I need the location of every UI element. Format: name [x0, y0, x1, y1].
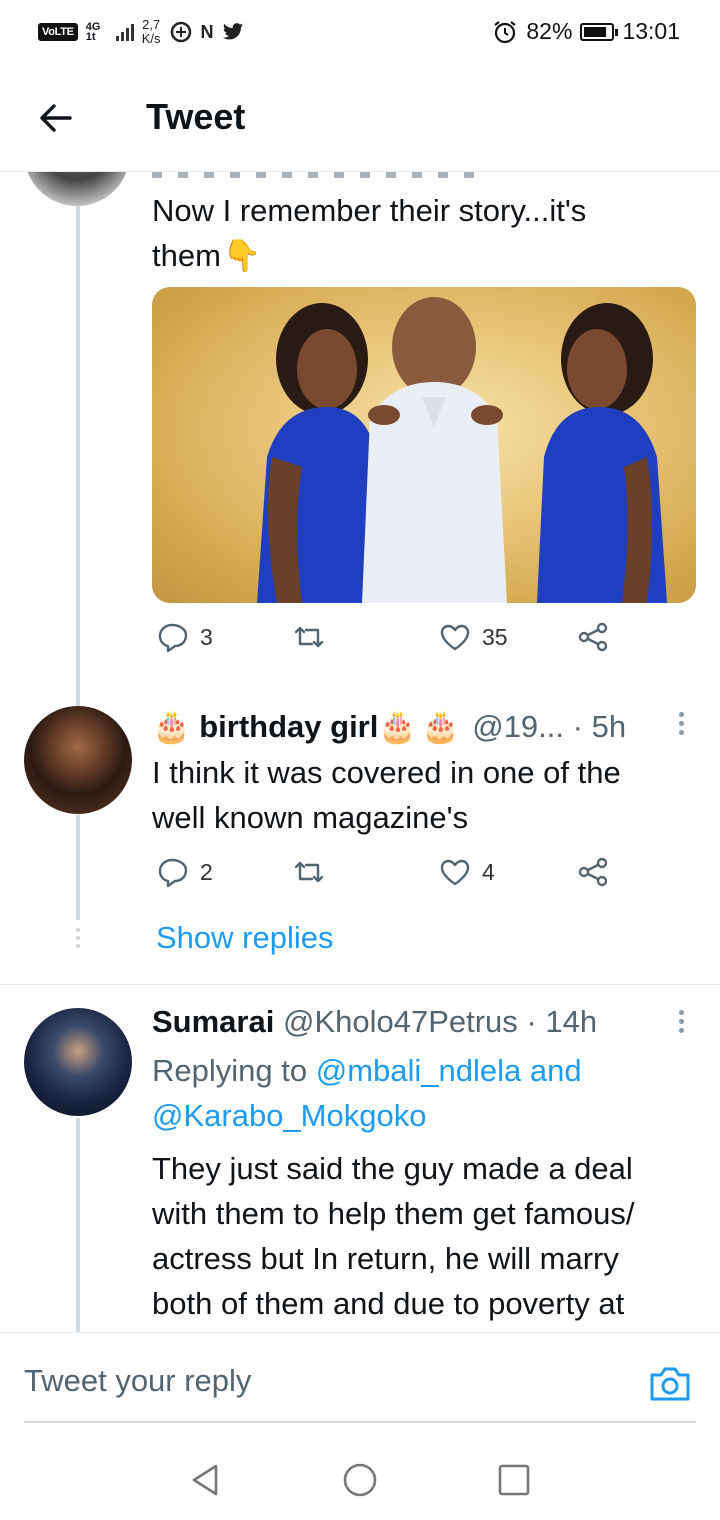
like-count: 4: [482, 858, 495, 885]
tweet-media-photo[interactable]: [152, 287, 696, 603]
share-button[interactable]: [576, 855, 610, 889]
camera-icon[interactable]: [648, 1363, 692, 1403]
avatar[interactable]: [24, 1008, 132, 1116]
tweet-text-line: They just said the guy made a deal: [152, 1151, 633, 1186]
volte-indicator: VoLTE: [38, 23, 78, 41]
reply-count: 3: [200, 623, 213, 650]
author-name[interactable]: Sumarai: [152, 1004, 274, 1039]
thread-line: [76, 1118, 80, 1332]
tweet-text: I think it was covered in one of the wel…: [152, 750, 621, 840]
battery-fill: [584, 26, 606, 37]
author-handle[interactable]: @Kholo47Petrus: [283, 1004, 518, 1039]
thread-line: [76, 196, 80, 706]
heart-icon: [440, 859, 470, 886]
tweet-text-line: actress but In return, he will marry: [152, 1241, 619, 1276]
tweet-text: Now I remember their story...it's them👇: [152, 188, 586, 278]
reply-icon: [158, 623, 188, 653]
signal-icon: [115, 23, 134, 41]
pointing-down-emoji: 👇: [222, 238, 262, 273]
speed-value: 2,7: [142, 17, 161, 32]
reply-button[interactable]: 2: [156, 855, 213, 889]
battery-icon: [580, 22, 619, 41]
tweet-text: They just said the guy made a deal with …: [152, 1146, 634, 1326]
data-saver-icon: [170, 21, 191, 43]
reply-count: 2: [200, 858, 213, 885]
like-button[interactable]: 4: [438, 855, 495, 889]
twitter-icon: [222, 23, 243, 40]
mention-link[interactable]: @mbali_ndlela: [316, 1053, 522, 1088]
thread-line: [76, 815, 80, 920]
heart-icon: [440, 624, 470, 651]
more-options-icon[interactable]: [676, 712, 686, 740]
replying-to-label: Replying to: [152, 1053, 308, 1088]
reply-input-underline: [24, 1421, 696, 1423]
author-handle[interactable]: @19...: [472, 709, 564, 744]
more-options-icon[interactable]: [676, 1010, 686, 1038]
birthday-cake-icon: 🎂: [378, 709, 417, 744]
tweet-author-row: Sumarai @Kholo47Petrus · 14h: [152, 1004, 597, 1040]
photo-illustration: [257, 297, 667, 603]
back-nav-icon[interactable]: [186, 1460, 226, 1500]
author-name[interactable]: birthday girl: [199, 709, 378, 744]
retweet-icon: [294, 626, 324, 648]
system-nav-bar: [0, 1442, 720, 1520]
retweet-icon: [294, 861, 324, 883]
divider: [0, 984, 720, 985]
tweet-actions: 3 35: [156, 620, 616, 664]
tweet-text-line: well known magazine's: [152, 800, 469, 835]
app-header: Tweet: [0, 62, 720, 172]
retweet-button[interactable]: [292, 620, 326, 654]
retweet-button[interactable]: [292, 855, 326, 889]
home-nav-icon[interactable]: [340, 1460, 380, 1500]
birthday-cake-icon: 🎂: [420, 709, 460, 744]
back-arrow-icon[interactable]: [36, 98, 76, 138]
page-title: Tweet: [146, 96, 246, 137]
reply-icon: [158, 858, 188, 888]
thread-gap-dots: [76, 928, 80, 948]
like-count: 35: [482, 623, 508, 650]
tweet-time: · 5h: [572, 709, 627, 744]
mention-link[interactable]: @Karabo_Mokgoko: [152, 1098, 426, 1133]
tweet-text-line: with them to help them get famous/: [152, 1196, 635, 1231]
reply-input[interactable]: Tweet your reply: [24, 1363, 251, 1399]
cut-off-replying-line: [152, 172, 482, 178]
share-button[interactable]: [576, 620, 610, 654]
like-button[interactable]: 35: [438, 620, 508, 654]
share-icon: [578, 622, 608, 652]
network-speed: 2,7 K/s: [142, 18, 161, 46]
clock: 13:01: [622, 18, 680, 44]
nfc-icon: N: [200, 21, 214, 42]
tweet-text-line: them: [152, 238, 221, 273]
tweet-text-line: I think it was covered in one of the: [152, 755, 621, 790]
tweet-text-line: both of them and due to poverty at: [152, 1286, 625, 1321]
tweet-time: · 14h: [526, 1004, 598, 1039]
birthday-cake-icon: 🎂: [152, 709, 191, 744]
speed-unit: K/s: [141, 31, 161, 46]
status-bar: VoLTE 4G 1t 2,7 K/s N 82% 13:01: [0, 0, 720, 62]
reply-composer: Tweet your reply: [0, 1332, 720, 1442]
share-icon: [578, 857, 608, 887]
alarm-icon: [494, 20, 517, 43]
tweet-actions: 2 4: [156, 855, 616, 899]
network-type: 4G 1t: [85, 22, 108, 43]
network-sub-label: 1t: [85, 31, 96, 43]
recents-nav-icon[interactable]: [494, 1460, 534, 1500]
replying-and[interactable]: and: [530, 1053, 582, 1088]
tweet-author-row: 🎂 birthday girl🎂 🎂 @19... · 5h: [152, 708, 626, 745]
replying-to: Replying to @mbali_ndlela and @Karabo_Mo…: [152, 1048, 582, 1138]
reply-button[interactable]: 3: [156, 620, 213, 654]
tweet-text-line: Now I remember their story...it's: [152, 193, 587, 228]
avatar[interactable]: [24, 706, 132, 814]
battery-percent: 82%: [526, 18, 573, 44]
show-replies-link[interactable]: Show replies: [156, 920, 333, 956]
